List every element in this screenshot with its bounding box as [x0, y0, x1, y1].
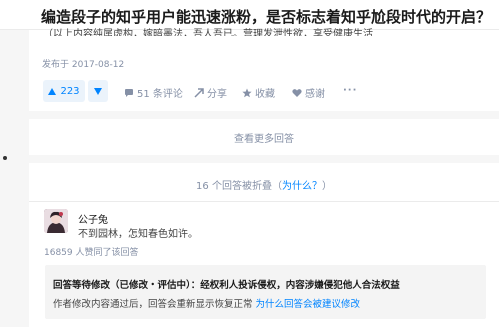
share-icon — [194, 87, 204, 98]
question-title[interactable]: 编造段子的知乎用户能迅速涨粉，是否标志着知乎尬段时代的开启？ — [41, 6, 491, 27]
folded-answers-card: 16 个回答被折叠（为什么？） 公子兔 不到园林，怎知春色如许。 16859 人… — [29, 163, 499, 327]
favorite-label: 收藏 — [255, 89, 275, 100]
divider — [29, 201, 499, 202]
comments-label: 51 条评论 — [137, 89, 183, 100]
list-bullet — [3, 156, 7, 160]
agree-count: 16859 人赞同了该回答 — [44, 248, 139, 258]
notice-body: 作者修改内容通过后，回答会重新显示恢复正常 为什么回答会被建议修改 — [53, 296, 360, 310]
vote-count: 223 — [60, 85, 80, 97]
answer-publish-date: 发布于 2017-08-12 — [42, 60, 125, 70]
heart-icon — [292, 88, 302, 97]
upvote-button[interactable]: 223 — [43, 80, 85, 102]
view-more-answers-label[interactable]: 查看更多回答 — [29, 130, 499, 145]
triangle-up-icon — [48, 87, 57, 95]
share-label: 分享 — [207, 89, 227, 100]
share-button[interactable]: 分享 — [194, 85, 227, 100]
why-folded-link[interactable]: 为什么？ — [282, 181, 322, 192]
answer-excerpt-tail: （以上内容纯属虚构，嫁暗墨法，吾人吾已。营理发泄性欲，享受健康生活 — [43, 29, 373, 36]
folded-count-label: 16 个回答被折叠 — [196, 181, 272, 192]
triangle-down-icon — [94, 87, 102, 95]
author-bio: 不到园林，怎知春色如许。 — [78, 229, 198, 240]
comments-button[interactable]: 51 条评论 — [124, 85, 183, 100]
notice-title: 回答等待修改（已修改・评估中）：经权利人投诉侵权，内容涉嫌侵犯他人合法权益 — [53, 280, 400, 291]
downvote-button[interactable] — [88, 80, 108, 102]
why-suggested-edit-link[interactable]: 为什么回答会被建议修改 — [256, 299, 361, 310]
star-icon — [242, 88, 252, 97]
avatar-image — [44, 209, 68, 233]
comment-icon — [125, 88, 133, 97]
favorite-button[interactable]: 收藏 — [242, 85, 275, 100]
more-actions-button[interactable]: ··· — [343, 85, 357, 96]
avatar[interactable] — [44, 209, 68, 233]
thanks-button[interactable]: 感谢 — [292, 85, 325, 100]
answer-card: （以上内容纯属虚构，嫁暗墨法，吾人吾已。营理发泄性欲，享受健康生活 发布于 20… — [29, 29, 499, 111]
answer-status-notice: 回答等待修改（已修改・评估中）：经权利人投诉侵权，内容涉嫌侵犯他人合法权益 作者… — [45, 265, 486, 319]
thanks-label: 感谢 — [305, 89, 325, 100]
notice-body-text: 作者修改内容通过后，回答会重新显示恢复正常 — [53, 299, 253, 310]
view-more-answers-card[interactable]: 查看更多回答 — [29, 119, 499, 155]
folded-answers-header: 16 个回答被折叠（为什么？） — [196, 181, 332, 192]
author-name[interactable]: 公子兔 — [78, 211, 108, 226]
